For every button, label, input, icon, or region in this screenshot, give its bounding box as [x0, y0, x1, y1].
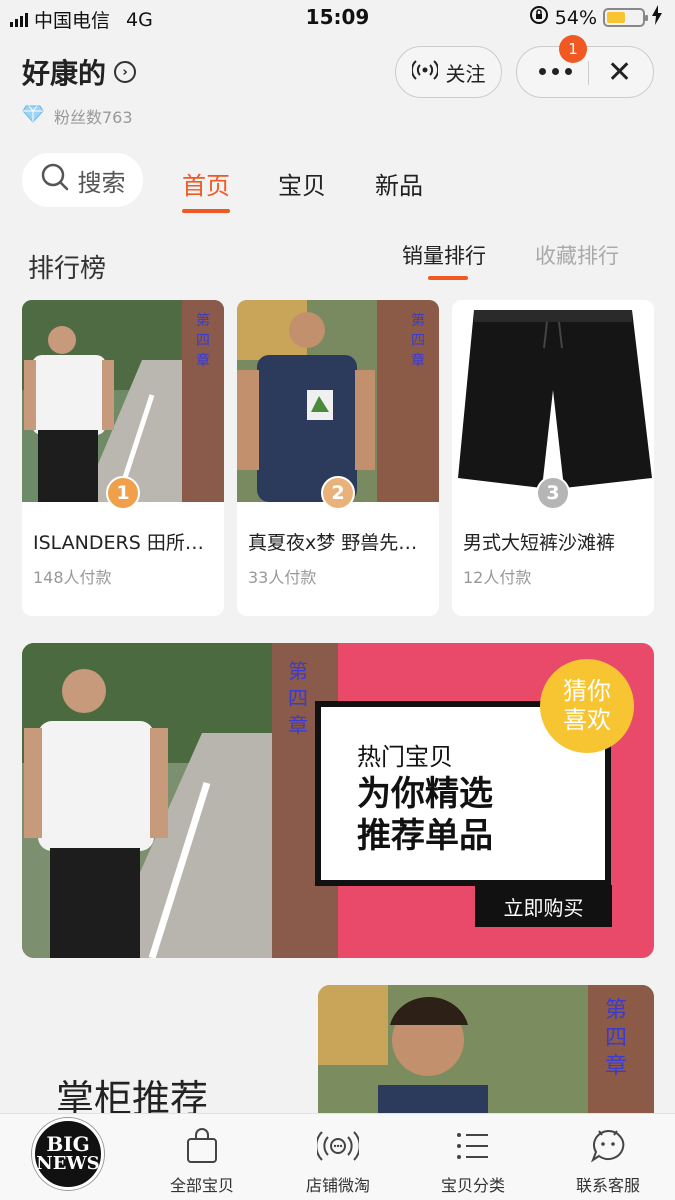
- battery-icon: [603, 8, 648, 27]
- tab-items[interactable]: 宝贝: [278, 166, 326, 201]
- svg-text:章: 章: [288, 713, 308, 737]
- sales-count: 148人付款: [33, 568, 112, 587]
- tab-new[interactable]: 新品: [375, 166, 423, 201]
- promo-headline: 为你精选 推荐单品: [357, 773, 493, 857]
- broadcast-icon: [278, 1126, 398, 1166]
- list-icon: [413, 1126, 533, 1166]
- chat-icon: [548, 1126, 668, 1166]
- buy-now-button[interactable]: 立即购买: [475, 885, 612, 927]
- svg-text:第: 第: [411, 312, 425, 329]
- nav-categories[interactable]: 宝贝分类: [413, 1126, 533, 1196]
- svg-text:章: 章: [196, 352, 210, 369]
- svg-text:第: 第: [288, 659, 308, 683]
- svg-text:四: 四: [288, 686, 308, 710]
- promo-subtitle: 热门宝贝: [357, 743, 453, 771]
- diamond-icon: [22, 105, 44, 127]
- logo-line2: NEWS: [36, 1153, 100, 1174]
- fans-count: 粉丝数763: [22, 104, 133, 128]
- nav-label: 全部宝贝: [169, 1176, 234, 1195]
- nav-label: 宝贝分类: [440, 1176, 505, 1195]
- search-icon: [40, 162, 70, 198]
- follow-button[interactable]: 关注: [395, 46, 502, 98]
- svg-text:四: 四: [605, 1026, 627, 1051]
- nav-label: 联系客服: [575, 1176, 640, 1195]
- nav-customer-service[interactable]: 联系客服: [548, 1126, 668, 1196]
- product-image: 第 四 章: [22, 300, 224, 502]
- chevron-right-icon[interactable]: ›: [114, 61, 137, 83]
- charging-icon: [651, 5, 663, 30]
- close-icon[interactable]: ✕: [607, 55, 632, 90]
- sales-count: 33人付款: [248, 568, 317, 587]
- tab-sales-rank[interactable]: 销量排行: [402, 240, 486, 280]
- product-title: ISLANDERS 田所浩二同款T恤: [33, 532, 217, 554]
- broadcast-icon: [410, 59, 439, 86]
- guess-line2: 喜欢: [563, 706, 611, 734]
- svg-text:四: 四: [196, 333, 210, 349]
- logo-line1: BIG: [46, 1132, 90, 1156]
- shop-header: 好康的 ›: [22, 52, 137, 92]
- tab-favorite-rank[interactable]: 收藏排行: [535, 240, 619, 270]
- banner-photo: 第 四 章: [22, 643, 338, 958]
- rotation-lock-icon: [529, 5, 549, 30]
- notification-badge: 1: [559, 35, 587, 63]
- ranking-title: 排行榜: [28, 254, 107, 284]
- sales-count: 12人付款: [463, 568, 532, 587]
- rank-medal-icon: 2: [321, 476, 355, 510]
- rank-medal-icon: 1: [106, 476, 140, 510]
- promo-headline-line1: 为你精选: [357, 774, 493, 814]
- ranking-card-1[interactable]: 第 四 章 1 ISLANDERS 田所浩二同款T恤 148人付款: [22, 300, 224, 616]
- ranking-card-3[interactable]: 3 男式大短裤沙滩裤 12人付款: [452, 300, 654, 616]
- capsule-divider: [588, 61, 589, 85]
- product-title: 真夏夜x梦 野兽先辈同款: [248, 532, 432, 554]
- svg-text:章: 章: [605, 1054, 627, 1079]
- search-button[interactable]: 搜索: [22, 153, 143, 207]
- big-news-logo: BIG NEWS: [32, 1118, 104, 1190]
- product-image: [452, 300, 654, 502]
- status-bar: 中国电信 4G 15:09 54%: [0, 0, 675, 36]
- battery-percent: 54%: [554, 6, 597, 29]
- recommend-photo[interactable]: 第 四 章: [318, 985, 654, 1125]
- product-title: 男式大短裤沙滩裤: [463, 532, 616, 554]
- guess-line1: 猜你: [563, 677, 611, 705]
- nav-shop-feed[interactable]: 店铺微淘: [278, 1126, 398, 1196]
- guess-you-like-badge: 猜你 喜欢: [540, 659, 634, 753]
- nav-label: 店铺微淘: [305, 1176, 370, 1195]
- svg-text:四: 四: [411, 333, 425, 349]
- nav-all-items[interactable]: 全部宝贝: [142, 1126, 262, 1196]
- promo-headline-line2: 推荐单品: [357, 816, 493, 856]
- shop-name[interactable]: 好康的: [22, 52, 106, 92]
- svg-text:章: 章: [411, 352, 425, 369]
- ranking-card-2[interactable]: 第 四 章 2 真夏夜x梦 野兽先辈同款 33人付款: [237, 300, 439, 616]
- tab-home[interactable]: 首页: [182, 166, 230, 213]
- rank-medal-icon: 3: [536, 476, 570, 510]
- svg-text:第: 第: [605, 998, 627, 1023]
- more-icon[interactable]: [539, 68, 572, 75]
- search-label: 搜索: [77, 168, 126, 197]
- follow-label: 关注: [445, 61, 486, 86]
- fans-label: 粉丝数763: [54, 108, 133, 127]
- promo-banner[interactable]: 第 四 章 热门宝贝 为你精选 推荐单品 立即购买 猜你 喜欢: [22, 643, 654, 958]
- product-image: 第 四 章: [237, 300, 439, 502]
- svg-text:第: 第: [196, 312, 210, 329]
- bag-icon: [142, 1126, 262, 1166]
